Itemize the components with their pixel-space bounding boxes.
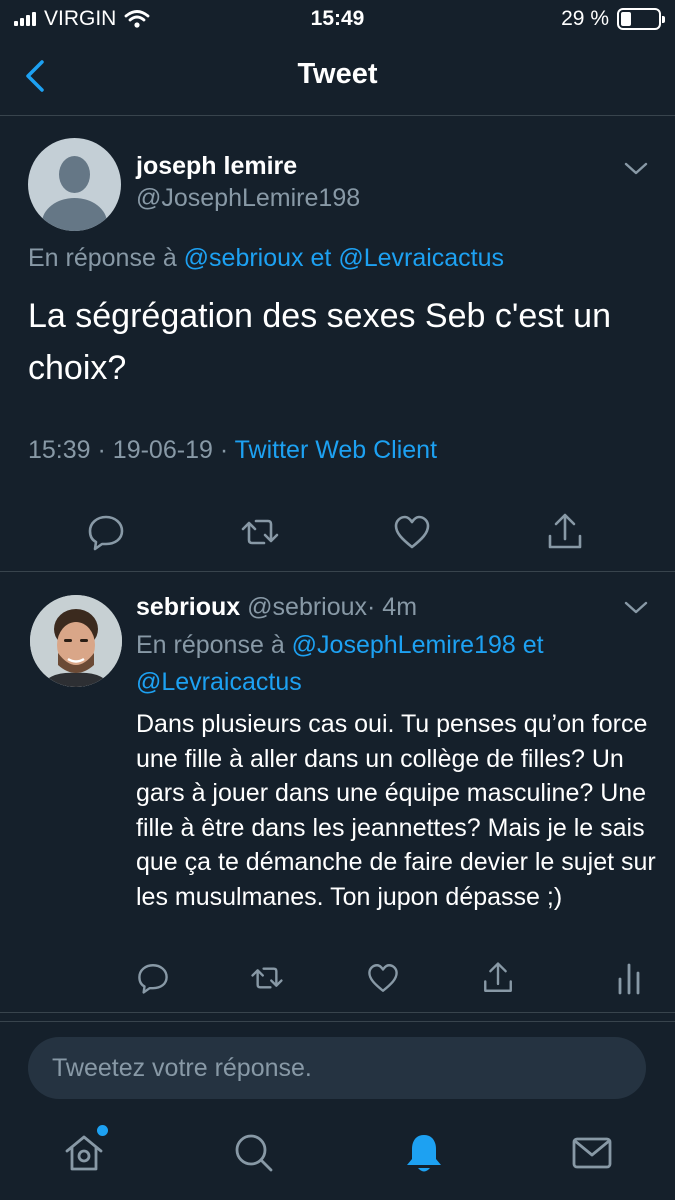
- tweet-actions: [0, 512, 675, 552]
- bell-icon: [407, 1135, 441, 1172]
- tweet-options-button[interactable]: [623, 160, 649, 178]
- tweet-client[interactable]: Twitter Web Client: [235, 436, 437, 464]
- compose-area: [0, 1021, 675, 1113]
- bar-chart-icon: [618, 963, 640, 995]
- like-button[interactable]: [392, 512, 432, 552]
- avatar[interactable]: [30, 595, 122, 687]
- like-button[interactable]: [366, 961, 400, 995]
- reply-author-line: sebrioux @sebrioux· 4m: [136, 593, 417, 622]
- retweet-button[interactable]: [250, 961, 284, 995]
- share-icon: [484, 962, 512, 992]
- reply-handle[interactable]: @sebrioux: [247, 593, 367, 621]
- tab-home[interactable]: [62, 1125, 108, 1175]
- nav-bar: Tweet: [0, 38, 675, 116]
- profile-photo-icon: [30, 595, 122, 687]
- bottom-tab-bar: [0, 1113, 675, 1200]
- retweet-icon: [251, 967, 283, 989]
- home-icon: [65, 1135, 103, 1171]
- page-title: Tweet: [297, 58, 378, 90]
- reply-mention-2[interactable]: @Levraicactus: [338, 244, 504, 272]
- retweet-icon: [241, 519, 279, 545]
- reply-mention-1[interactable]: @sebrioux: [184, 244, 304, 272]
- comment-icon: [88, 515, 124, 551]
- tweet-meta: 15:39 · 19-06-19 · Twitter Web Client: [28, 436, 437, 465]
- author-handle[interactable]: @JosephLemire198: [136, 184, 360, 213]
- tab-search[interactable]: [232, 1131, 276, 1175]
- chevron-down-icon: [624, 162, 648, 175]
- battery-percent: 29 %: [561, 7, 609, 30]
- tab-messages[interactable]: [570, 1131, 614, 1175]
- meta-separator: ·: [97, 436, 106, 464]
- reply-prefix: En réponse à: [136, 631, 285, 659]
- meta-separator: ·: [219, 436, 229, 464]
- battery-fill: [621, 12, 632, 26]
- status-bar: VIRGIN 15:49 29 %: [0, 0, 675, 38]
- heart-icon: [368, 964, 398, 992]
- reply-mention-2[interactable]: @Levraicactus: [136, 668, 302, 696]
- notification-dot: [97, 1125, 108, 1136]
- reply-compose-input[interactable]: [28, 1037, 646, 1099]
- reply-mention-1[interactable]: @JosephLemire198: [292, 631, 516, 659]
- reply-tweet[interactable]: sebrioux @sebrioux· 4m En réponse à @Jos…: [0, 573, 675, 1013]
- heart-icon: [394, 515, 430, 549]
- avatar[interactable]: [28, 138, 121, 231]
- author-display-name[interactable]: joseph lemire: [136, 152, 297, 181]
- reply-context: En réponse à @JosephLemire198 et @Levrai…: [136, 627, 656, 701]
- reply-context: En réponse à @sebrioux et @Levraicactus: [28, 244, 504, 273]
- reply-display-name[interactable]: sebrioux: [136, 593, 240, 621]
- mail-icon: [572, 1137, 612, 1169]
- comment-icon: [138, 964, 168, 994]
- chevron-down-icon: [624, 601, 648, 614]
- reply-joiner: et: [310, 244, 332, 272]
- reply-button[interactable]: [136, 961, 170, 995]
- reply-prefix: En réponse à: [28, 244, 177, 272]
- share-button[interactable]: [545, 512, 585, 552]
- battery-icon: [617, 8, 665, 30]
- tweet-date: 19-06-19: [112, 436, 213, 464]
- analytics-button[interactable]: [612, 961, 646, 995]
- tweet-time: 15:39: [28, 436, 91, 464]
- tweet-text: La ségrégation des sexes Seb c'est un ch…: [28, 297, 611, 387]
- share-icon: [548, 513, 582, 549]
- reply-actions: [0, 961, 675, 995]
- retweet-button[interactable]: [240, 512, 280, 552]
- main-tweet: joseph lemire @JosephLemire198 En répons…: [0, 116, 675, 572]
- reply-button[interactable]: [86, 512, 126, 552]
- status-right: 29 %: [561, 7, 665, 31]
- reply-age: · 4m: [367, 593, 418, 621]
- default-avatar-body: [42, 198, 107, 231]
- reply-text: Dans plusieurs cas oui. Tu penses qu’on …: [136, 710, 656, 911]
- search-icon: [235, 1134, 273, 1172]
- default-avatar-head: [59, 156, 90, 193]
- tab-notifications[interactable]: [402, 1131, 446, 1175]
- share-button[interactable]: [481, 961, 515, 995]
- reply-joiner: et: [522, 631, 544, 659]
- reply-options-button[interactable]: [623, 599, 649, 617]
